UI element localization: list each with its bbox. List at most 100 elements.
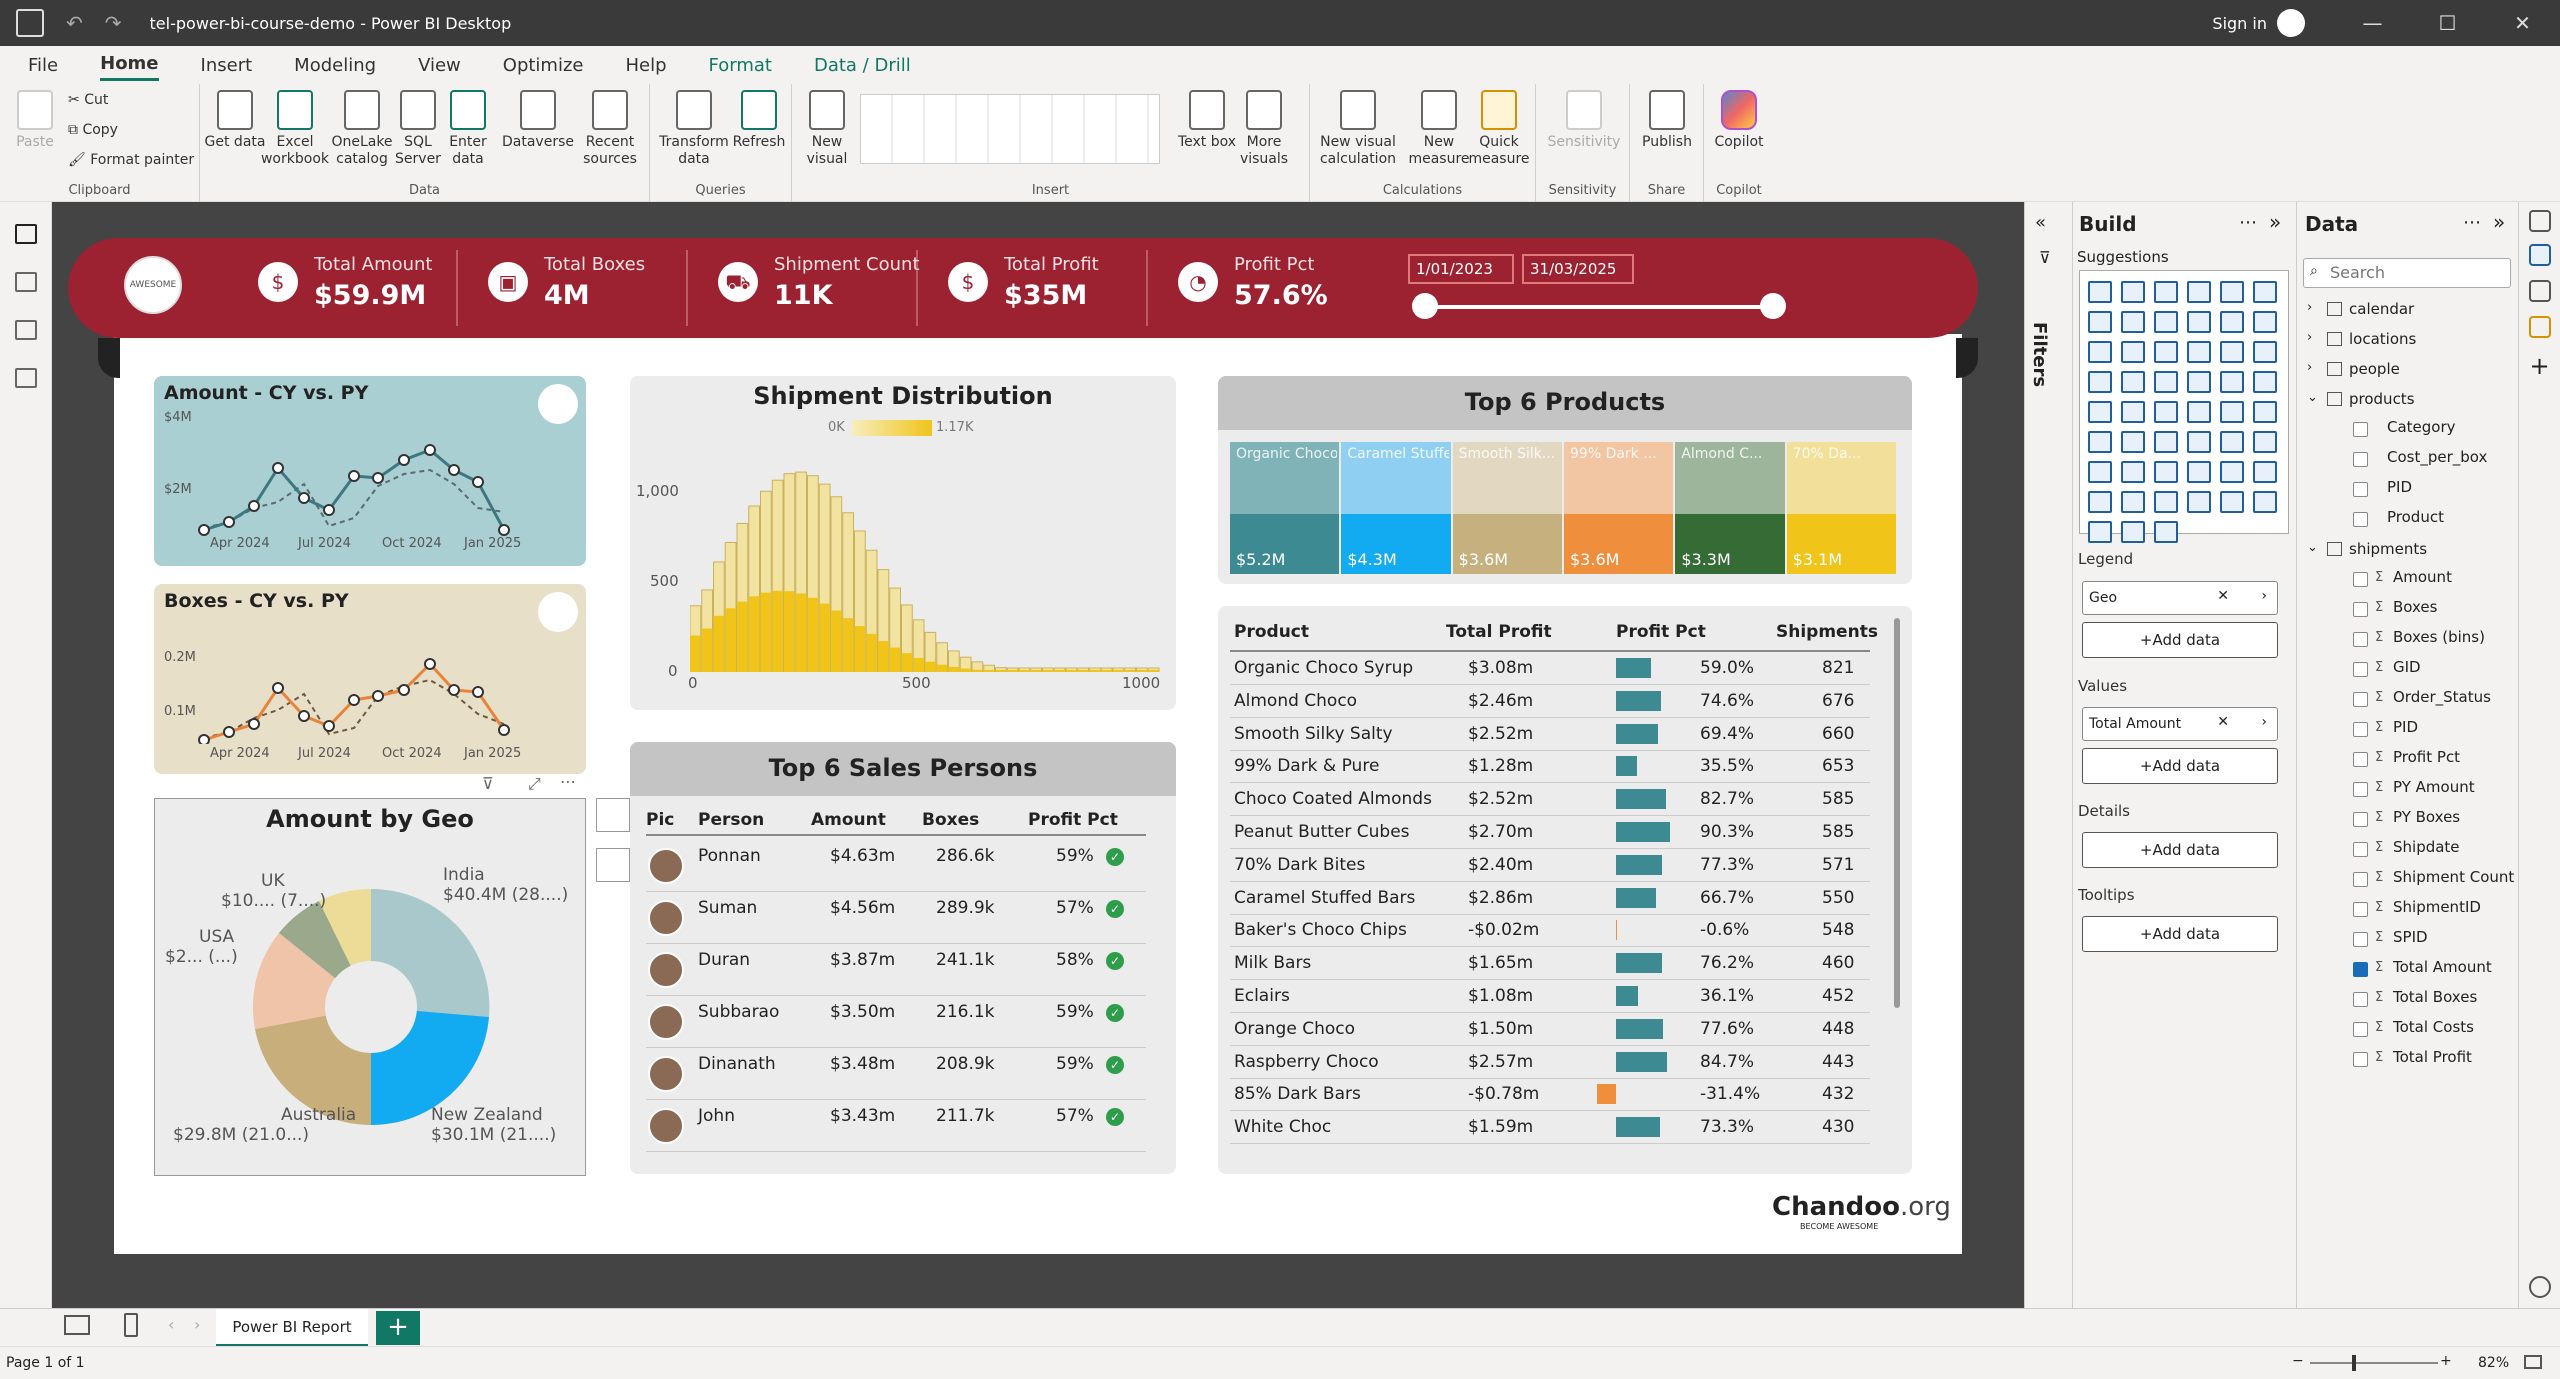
field-name[interactable]: Amount — [2393, 568, 2452, 586]
visual-type-icon[interactable] — [2220, 371, 2244, 393]
mobile-layout-icon[interactable] — [124, 1313, 138, 1337]
zoom-slider[interactable] — [2310, 1362, 2438, 1364]
tab-modeling[interactable]: Modeling — [294, 51, 376, 80]
visual-type-icon[interactable] — [2187, 281, 2211, 303]
field-checkbox[interactable] — [2353, 872, 2368, 887]
minimize-icon[interactable]: — — [2335, 11, 2410, 35]
amount-cy-py-card[interactable]: Amount - CY vs. PY $4M $2M Apr 2024 Jul … — [154, 376, 586, 566]
product-tile[interactable]: Caramel Stuffe... $4.3M — [1341, 442, 1451, 574]
start-date-input[interactable]: 1/01/2023 — [1408, 254, 1514, 284]
header-product[interactable]: Product — [1234, 622, 1309, 642]
visual-type-icon[interactable] — [2121, 341, 2145, 363]
new-visual-calc-button[interactable]: New visual calculation — [1310, 90, 1406, 168]
model-view-icon[interactable] — [14, 320, 37, 340]
field-checkbox[interactable] — [2353, 572, 2368, 587]
table-row[interactable]: Smooth Silky Salty $2.52m 69.4% 660 — [1230, 718, 1870, 751]
zoom-in-icon[interactable]: + — [2440, 1353, 2452, 1369]
header-profit-pct[interactable]: Profit Pct — [1028, 810, 1118, 830]
chevron-down-icon[interactable]: ⌄ — [2307, 390, 2318, 405]
table-view-icon[interactable] — [14, 272, 37, 292]
product-tile[interactable]: 70% Da... $3.1M — [1786, 442, 1896, 574]
visual-type-icon[interactable] — [2088, 461, 2112, 483]
header-profit-pct[interactable]: Profit Pct — [1616, 622, 1706, 642]
refresh-button[interactable]: Refresh — [724, 90, 794, 151]
tab-help[interactable]: Help — [626, 51, 667, 80]
tab-home[interactable]: Home — [100, 49, 159, 81]
more-options-icon[interactable]: ⋯ — [560, 772, 576, 791]
visual-type-icon[interactable] — [2220, 341, 2244, 363]
chevron-right-icon[interactable]: › — [2307, 360, 2312, 375]
field-name[interactable]: Product — [2387, 508, 2444, 526]
excel-button[interactable]: Excel workbook — [260, 90, 330, 168]
more-options-icon[interactable]: ⋯ — [2463, 212, 2481, 233]
tab-data-drill[interactable]: Data / Drill — [814, 51, 911, 80]
next-page-icon[interactable]: › — [194, 1315, 200, 1334]
table-node[interactable]: › locations — [2307, 328, 2507, 352]
field-name[interactable]: ShipmentID — [2393, 898, 2481, 916]
table-row[interactable]: Duran $3.87m 241.1k 58% ✓ — [646, 944, 1146, 996]
filters-pane-collapsed[interactable]: « ⊽ Filters — [2024, 202, 2072, 1308]
visual-type-icon[interactable] — [2121, 521, 2145, 543]
visual-type-icon[interactable] — [2253, 401, 2277, 423]
product-tile[interactable]: 99% Dark ... $3.6M — [1564, 442, 1674, 574]
table-scrollbar[interactable] — [1894, 618, 1900, 1008]
visual-gallery[interactable] — [860, 94, 1160, 164]
field-checkbox[interactable] — [2353, 902, 2368, 917]
tab-view[interactable]: View — [418, 51, 461, 80]
chevron-down-icon[interactable]: ⌄ — [2307, 540, 2318, 555]
field-checkbox[interactable] — [2353, 452, 2368, 467]
field-checkbox[interactable] — [2353, 632, 2368, 647]
new-visual-button[interactable]: New visual — [792, 90, 862, 168]
header-amount[interactable]: Amount — [811, 810, 886, 830]
fit-to-page-icon[interactable] — [2524, 1355, 2542, 1369]
visual-type-icon[interactable] — [2220, 281, 2244, 303]
visual-type-icon[interactable] — [2154, 371, 2178, 393]
field-name[interactable]: PID — [2387, 478, 2412, 496]
visual-type-icon[interactable] — [2088, 341, 2112, 363]
redo-icon[interactable]: ↷ — [105, 11, 122, 35]
maximize-icon[interactable]: ☐ — [2410, 11, 2485, 35]
visual-type-icon[interactable] — [2220, 401, 2244, 423]
legend-field[interactable]: Geo ✕ › — [2082, 581, 2278, 615]
collapse-pane-icon[interactable]: » — [2269, 210, 2281, 234]
shipment-distribution-card[interactable]: Shipment Distribution 0K 1.17K 1,000 500… — [630, 376, 1176, 710]
product-tile[interactable]: Organic Choco Sy... $5.2M — [1230, 442, 1340, 574]
visual-type-icon[interactable] — [2121, 401, 2145, 423]
field-name[interactable]: Category — [2387, 418, 2456, 436]
cut-button[interactable]: ✂ Cut — [68, 92, 108, 108]
visual-type-icon[interactable] — [2187, 311, 2211, 333]
field-name[interactable]: SPID — [2393, 928, 2428, 946]
field-checkbox[interactable] — [2353, 422, 2368, 437]
add-tooltips-data-button[interactable]: +Add data — [2082, 916, 2278, 952]
field-checkbox[interactable] — [2353, 812, 2368, 827]
field-name[interactable]: PID — [2393, 718, 2418, 736]
visual-type-icon[interactable] — [2154, 521, 2178, 543]
visual-type-icon[interactable] — [2088, 281, 2112, 303]
field-checkbox[interactable] — [2353, 482, 2368, 497]
field-name[interactable]: Profit Pct — [2393, 748, 2460, 766]
search-input[interactable] — [2330, 263, 2506, 282]
collapse-pane-icon[interactable]: » — [2493, 210, 2505, 234]
table-row[interactable]: 70% Dark Bites $2.40m 77.3% 571 — [1230, 849, 1870, 882]
visual-type-icon[interactable] — [2187, 431, 2211, 453]
field-name[interactable]: Boxes — [2393, 598, 2437, 616]
top-sales-persons-card[interactable]: Top 6 Sales Persons Pic Person Amount Bo… — [630, 742, 1176, 1174]
visual-type-icon[interactable] — [2187, 341, 2211, 363]
account-icon[interactable] — [2277, 9, 2305, 37]
visual-type-icon[interactable] — [2154, 431, 2178, 453]
chevron-right-icon[interactable]: › — [2307, 300, 2312, 315]
quick-measure-button[interactable]: Quick measure — [1464, 90, 1534, 168]
header-person[interactable]: Person — [698, 810, 764, 830]
header-boxes[interactable]: Boxes — [922, 810, 979, 830]
product-tile[interactable]: Smooth Silk... $3.6M — [1452, 442, 1562, 574]
field-checkbox[interactable] — [2353, 962, 2368, 977]
field-checkbox[interactable] — [2353, 602, 2368, 617]
visual-type-icon[interactable] — [2121, 281, 2145, 303]
header-pic[interactable]: Pic — [646, 810, 674, 830]
field-name[interactable]: Shipment Count — [2393, 868, 2514, 886]
table-row[interactable]: Orange Choco $1.50m 77.6% 448 — [1230, 1013, 1870, 1046]
field-name[interactable]: Total Amount — [2393, 958, 2492, 976]
sign-in-link[interactable]: Sign in — [2212, 14, 2267, 33]
field-name[interactable]: Total Profit — [2393, 1048, 2472, 1066]
data-pane-icon[interactable] — [2528, 210, 2551, 232]
